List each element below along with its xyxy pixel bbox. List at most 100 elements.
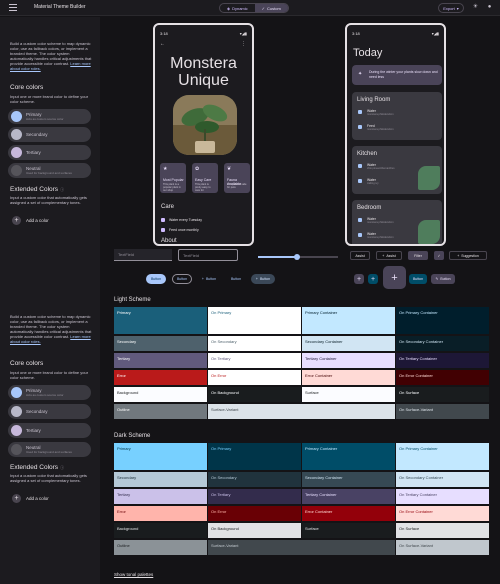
add-color-button[interactable]: + Add a color bbox=[12, 494, 49, 503]
room-card-bedroom[interactable]: Bedroom Water monstera philodendron Wate… bbox=[352, 200, 442, 244]
color-role-background[interactable]: Background bbox=[114, 387, 207, 402]
color-role-on-error[interactable]: On Error bbox=[208, 370, 301, 385]
checkbox-icon[interactable] bbox=[358, 179, 362, 183]
color-role-tertiary-container[interactable]: Tertiary Container bbox=[302, 353, 395, 368]
assist-chip-icon[interactable]: + Assist bbox=[376, 251, 402, 260]
color-role-on-primary[interactable]: On Primary bbox=[208, 307, 301, 334]
room-card-living-room[interactable]: Living Room Water monstera philodendron … bbox=[352, 92, 442, 140]
feature-card-fauna[interactable]: ❦ Fauna Available This plant is safe for p… bbox=[224, 163, 250, 193]
color-role-on-error-container[interactable]: On Error Container bbox=[396, 370, 489, 385]
small-fab[interactable]: + bbox=[354, 274, 364, 284]
feature-card-easy-care[interactable]: ✿ Easy Care This plant is pretty easy to c… bbox=[192, 163, 218, 193]
filter-chip[interactable]: Filter bbox=[408, 251, 428, 260]
color-role-surface[interactable]: Surface bbox=[302, 523, 395, 538]
segment-dynamic[interactable]: ◈ Dynamic bbox=[220, 4, 255, 12]
extended-fab-icon[interactable]: ✎ Button bbox=[431, 274, 455, 284]
outlined-button[interactable]: Button bbox=[172, 274, 192, 284]
color-role-on-surface[interactable]: On Surface bbox=[396, 387, 489, 402]
color-pill-neutral[interactable]: Neutral Used for background and surfaces bbox=[8, 442, 91, 457]
color-pill-primary[interactable]: Primary Acts as custom source color bbox=[8, 109, 91, 124]
checkbox-icon[interactable] bbox=[358, 218, 362, 222]
color-role-tertiary[interactable]: Tertiary bbox=[114, 353, 207, 368]
filled-button[interactable]: Button bbox=[146, 274, 166, 284]
extended-fab[interactable]: Button bbox=[409, 274, 427, 284]
color-role-on-primary[interactable]: On Primary bbox=[208, 443, 301, 470]
color-role-on-primary-container[interactable]: On Primary Container bbox=[396, 443, 489, 470]
color-pill-tertiary[interactable]: Tertiary bbox=[8, 423, 91, 438]
color-role-on-tertiary-container[interactable]: On Tertiary Container bbox=[396, 489, 489, 504]
color-pill-secondary[interactable]: Secondary bbox=[8, 404, 91, 419]
color-role-primary-container[interactable]: Primary Container bbox=[302, 307, 395, 334]
color-role-on-surface-variant[interactable]: On Surface-Variant bbox=[396, 540, 489, 555]
show-tonal-palettes-link[interactable]: Show tonal palettes bbox=[114, 572, 153, 577]
color-role-background[interactable]: Background bbox=[114, 523, 207, 538]
segment-custom[interactable]: ✓ Custom bbox=[254, 4, 288, 12]
suggestion-chip[interactable]: + Suggestion bbox=[449, 251, 487, 260]
color-pill-tertiary[interactable]: Tertiary bbox=[8, 145, 91, 160]
color-role-error[interactable]: Error bbox=[114, 370, 207, 385]
outlined-textfield[interactable]: TextField bbox=[178, 249, 238, 261]
color-pill-neutral[interactable]: Neutral Used for background and surfaces bbox=[8, 163, 91, 178]
menu-icon[interactable] bbox=[9, 4, 17, 11]
color-role-on-secondary[interactable]: On Secondary bbox=[208, 336, 301, 351]
brightness-icon[interactable]: ☀ bbox=[472, 4, 479, 11]
checkbox-icon[interactable] bbox=[358, 233, 362, 237]
checkbox-icon[interactable] bbox=[358, 125, 362, 129]
color-pill-primary[interactable]: Primary Acts as custom source color bbox=[8, 385, 91, 400]
feature-card-popular[interactable]: ★ Most Popular This plant is a popular pla… bbox=[160, 163, 186, 193]
info-icon[interactable]: ⓘ bbox=[60, 187, 64, 193]
color-role-secondary[interactable]: Secondary bbox=[114, 472, 207, 487]
assist-chip[interactable]: Assist bbox=[350, 251, 370, 260]
filled-textfield[interactable]: TextField bbox=[114, 249, 172, 261]
mode-segmented-button[interactable]: ◈ Dynamic ✓ Custom bbox=[219, 3, 289, 13]
color-role-outline[interactable]: Outline bbox=[114, 404, 207, 419]
color-role-secondary[interactable]: Secondary bbox=[114, 336, 207, 351]
color-role-primary[interactable]: Primary bbox=[114, 443, 207, 470]
slider-thumb[interactable] bbox=[294, 254, 300, 260]
color-role-tertiary[interactable]: Tertiary bbox=[114, 489, 207, 504]
app-title: Material Theme Builder bbox=[34, 4, 86, 10]
color-role-error[interactable]: Error bbox=[114, 506, 207, 521]
text-button[interactable]: + Button bbox=[198, 274, 220, 284]
text-button-plain[interactable]: Button bbox=[226, 274, 246, 284]
color-role-on-tertiary-container[interactable]: On Tertiary Container bbox=[396, 353, 489, 368]
info-icon[interactable]: ⓘ bbox=[60, 465, 64, 471]
filter-chip-check[interactable]: ✓ bbox=[434, 251, 444, 260]
back-arrow-icon[interactable]: ← bbox=[160, 41, 165, 47]
color-role-on-secondary-container[interactable]: On Secondary Container bbox=[396, 336, 489, 351]
color-role-secondary-container[interactable]: Secondary Container bbox=[302, 472, 395, 487]
color-role-on-secondary[interactable]: On Secondary bbox=[208, 472, 301, 487]
color-role-on-background[interactable]: On Background bbox=[208, 387, 301, 402]
color-role-on-secondary-container[interactable]: On Secondary Container bbox=[396, 472, 489, 487]
color-role-on-surface[interactable]: On Surface bbox=[396, 523, 489, 538]
color-role-on-primary-container[interactable]: On Primary Container bbox=[396, 307, 489, 334]
color-role-error-container[interactable]: Error Container bbox=[302, 370, 395, 385]
export-button[interactable]: Export ▾ bbox=[438, 3, 464, 13]
more-vert-icon[interactable]: ⋮ bbox=[241, 41, 246, 47]
color-role-surface[interactable]: Surface bbox=[302, 387, 395, 402]
color-role-on-background[interactable]: On Background bbox=[208, 523, 301, 538]
color-role-secondary-container[interactable]: Secondary Container bbox=[302, 336, 395, 351]
checkbox-icon[interactable] bbox=[358, 164, 362, 168]
color-role-on-error[interactable]: On Error bbox=[208, 506, 301, 521]
color-role-primary[interactable]: Primary bbox=[114, 307, 207, 334]
github-icon[interactable]: ● bbox=[486, 4, 493, 11]
color-role-surface-variant[interactable]: Surface-Variant bbox=[208, 540, 395, 555]
color-role-tertiary-container[interactable]: Tertiary Container bbox=[302, 489, 395, 504]
color-role-primary-container[interactable]: Primary Container bbox=[302, 443, 395, 470]
color-role-on-error-container[interactable]: On Error Container bbox=[396, 506, 489, 521]
room-card-kitchen[interactable]: Kitchen Water chlo pinearcthemanthus Wat… bbox=[352, 146, 442, 194]
color-pill-secondary[interactable]: Secondary bbox=[8, 127, 91, 142]
add-color-button[interactable]: + Add a color bbox=[12, 216, 49, 225]
color-role-on-tertiary[interactable]: On Tertiary bbox=[208, 489, 301, 504]
large-fab[interactable]: + bbox=[383, 266, 406, 289]
color-role-on-surface-variant[interactable]: On Surface-Variant bbox=[396, 404, 489, 419]
slider[interactable] bbox=[258, 254, 338, 260]
tonal-button[interactable]: + Button bbox=[251, 274, 275, 284]
small-fab-secondary[interactable]: + bbox=[368, 274, 378, 284]
color-role-outline[interactable]: Outline bbox=[114, 540, 207, 555]
color-role-on-tertiary[interactable]: On Tertiary bbox=[208, 353, 301, 368]
checkbox-icon[interactable] bbox=[358, 110, 362, 114]
color-role-error-container[interactable]: Error Container bbox=[302, 506, 395, 521]
color-role-surface-variant[interactable]: Surface-Variant bbox=[208, 404, 395, 419]
